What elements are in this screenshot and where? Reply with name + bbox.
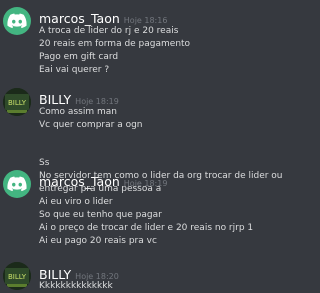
message-line: Ss [39,158,50,168]
billy-avatar-icon[interactable]: BILLY [3,88,31,116]
message-line: Ai o preço de trocar de lider e 20 reais… [39,223,254,233]
username[interactable]: marcos_Taon [39,11,120,26]
discord-logo-icon[interactable] [3,170,31,198]
svg-text:BILLY: BILLY [8,273,27,281]
timestamp: Hoje 18:16 [123,16,168,25]
message-line: Eai vai querer ? [39,65,110,75]
discord-logo-icon[interactable] [3,7,31,35]
message-line: So que eu tenho que pagar [39,210,162,220]
svg-text:BILLY: BILLY [8,99,27,107]
timestamp: Hoje 18:19 [75,97,119,106]
message-line: A troca de lider do rj e 20 reais [39,26,179,36]
username[interactable]: BILLY [39,92,71,107]
message-line: Kkkkkkkkkkkkkk [39,281,113,291]
message-line: 20 reais em forma de pagamento [39,39,191,49]
billy-avatar-icon[interactable]: BILLY [3,262,31,290]
message-line: Pago em gift card [39,52,119,62]
message-line: Vc quer comprar a ogn [39,120,143,130]
message-line: Ai eu pago 20 reais pra vc [39,236,157,246]
message-line: entregar pra uma pessoa a [39,184,162,194]
message-line: No servidor tem como o lider da org troc… [39,171,283,181]
message-line: Ai eu viro o lider [39,197,113,207]
message-line: Como assim man [39,107,117,117]
